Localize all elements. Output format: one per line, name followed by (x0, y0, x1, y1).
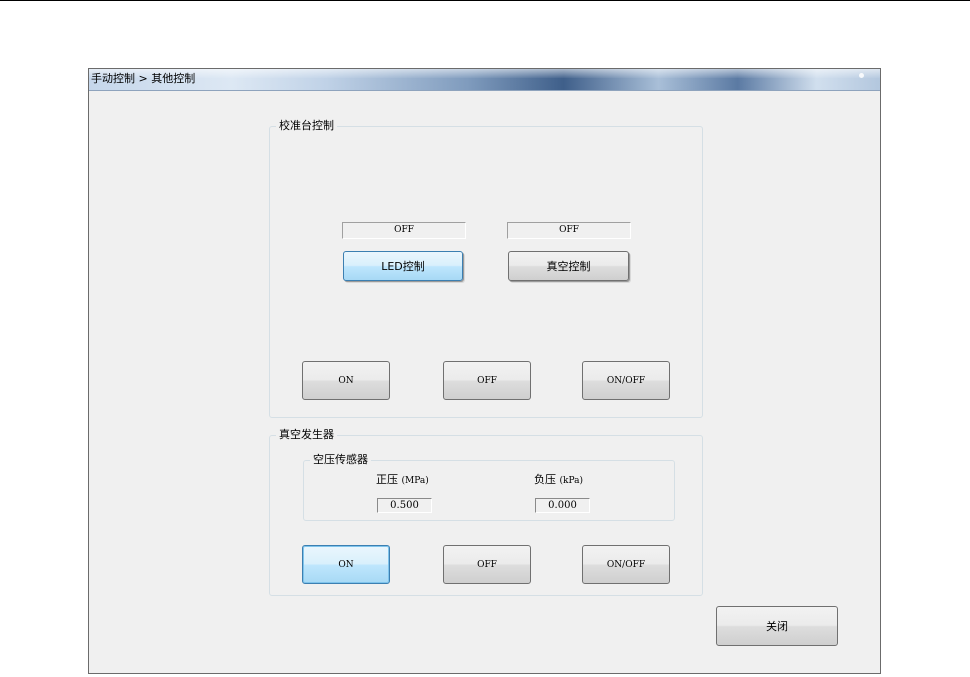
negative-pressure-readout: 0.000 (535, 498, 590, 513)
led-control-button-label: LED控制 (381, 260, 425, 273)
vacuum-generator-on-off-button[interactable]: ON/OFF (582, 545, 670, 584)
vacuum-control-button-label: 真空控制 (546, 260, 591, 273)
close-button-label: 关闭 (766, 620, 788, 633)
other-control-window: 手动控制 > 其他控制 校准台控制 OFF OFF LED控制 真空控制 ON … (88, 68, 881, 674)
titlebar-glint-icon (859, 73, 864, 78)
calibration-on-button[interactable]: ON (302, 361, 390, 400)
vacuum-generator-on-button[interactable]: ON (302, 545, 390, 584)
vacuum-generator-group-label: 真空发生器 (276, 428, 337, 442)
close-button[interactable]: 关闭 (716, 606, 838, 646)
negative-pressure-unit: (kPa) (559, 476, 584, 486)
positive-pressure-unit: (MPa) (401, 476, 429, 486)
negative-pressure-label-text: 负压 (534, 473, 556, 486)
vacuum-status-indicator: OFF (507, 222, 631, 239)
calibration-on-off-button[interactable]: ON/OFF (582, 361, 670, 400)
led-status-indicator: OFF (342, 222, 466, 239)
led-control-button[interactable]: LED控制 (343, 251, 463, 281)
calibration-group-label: 校准台控制 (276, 119, 337, 133)
positive-pressure-label-text: 正压 (376, 473, 398, 486)
positive-pressure-label: 正压 (MPa) (376, 473, 429, 488)
air-pressure-sensor-group-label: 空压传感器 (310, 453, 371, 467)
calibration-off-button[interactable]: OFF (443, 361, 531, 400)
negative-pressure-label: 负压 (kPa) (534, 473, 583, 488)
top-divider-line (0, 0, 970, 1)
window-titlebar[interactable]: 手动控制 > 其他控制 (89, 69, 880, 91)
calibration-group: 校准台控制 OFF OFF LED控制 真空控制 ON OFF ON/OFF (269, 119, 703, 418)
vacuum-control-button[interactable]: 真空控制 (508, 251, 629, 281)
positive-pressure-readout: 0.500 (377, 498, 432, 513)
vacuum-generator-off-button[interactable]: OFF (443, 545, 531, 584)
window-title: 手动控制 > 其他控制 (91, 72, 196, 85)
air-pressure-sensor-group: 空压传感器 正压 (MPa) 负压 (kPa) 0.500 0.000 (303, 453, 675, 521)
vacuum-generator-group: 真空发生器 空压传感器 正压 (MPa) 负压 (kPa) 0.500 0.00… (269, 428, 703, 596)
